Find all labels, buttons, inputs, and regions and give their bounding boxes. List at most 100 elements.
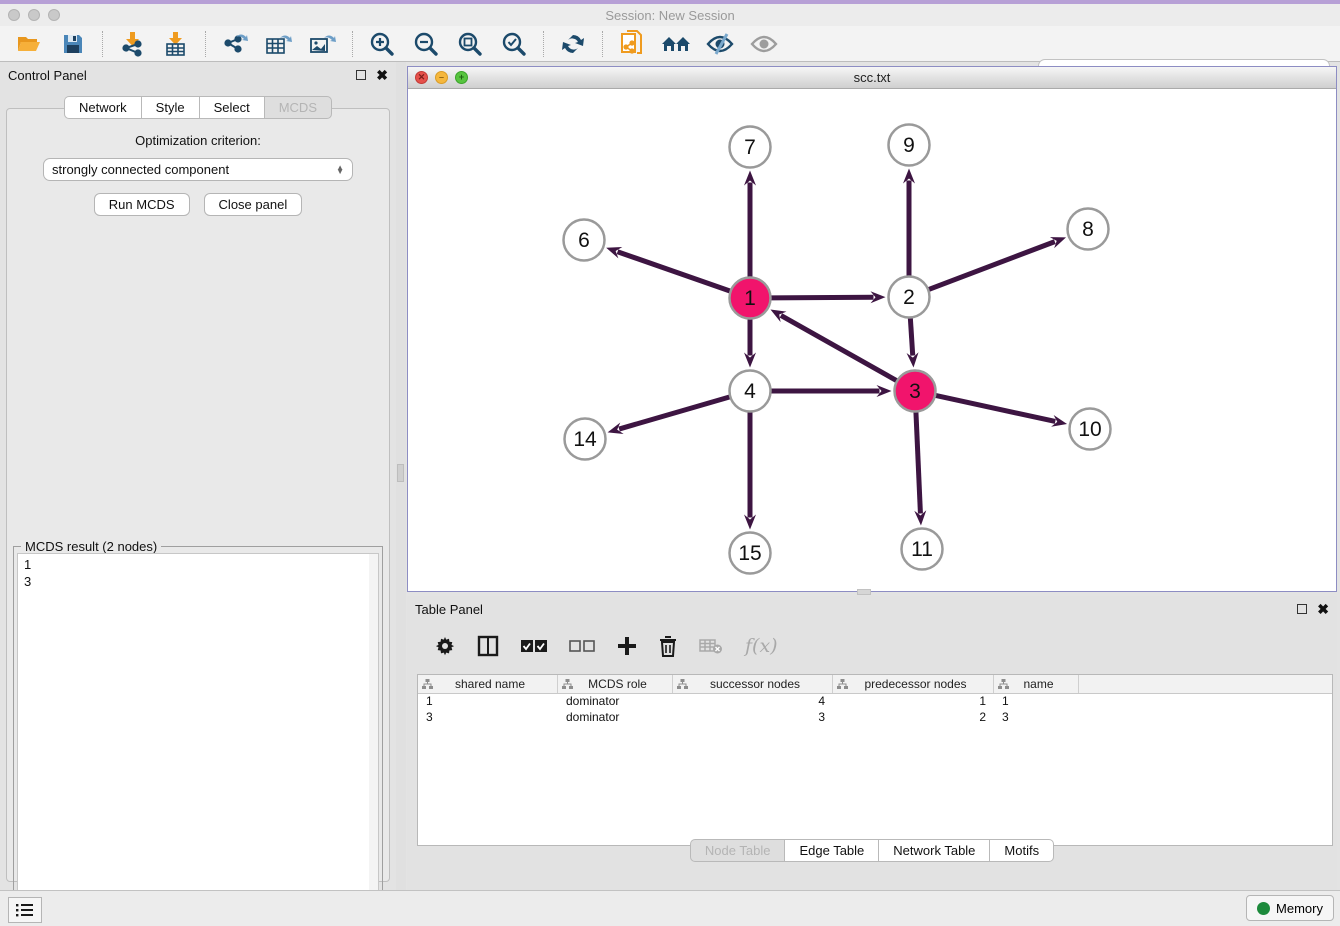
tab-node-table[interactable]: Node Table: [690, 839, 785, 862]
tab-edge-table[interactable]: Edge Table: [784, 839, 878, 862]
import-network-icon[interactable]: [117, 30, 147, 58]
task-history-button[interactable]: [8, 897, 42, 923]
optimization-criterion-label: Optimization criterion:: [7, 133, 389, 148]
float-panel-icon[interactable]: [356, 70, 366, 80]
table-settings-icon[interactable]: [435, 636, 455, 656]
zoom-in-icon[interactable]: [367, 30, 397, 58]
mcds-tab-content: Optimization criterion: strongly connect…: [6, 108, 390, 882]
node-label-3: 3: [909, 380, 921, 403]
table-cell[interactable]: 1: [418, 694, 558, 710]
close-panel-button[interactable]: Close panel: [204, 193, 303, 216]
column-tree-icon: [837, 679, 848, 690]
node-label-7: 7: [744, 136, 756, 159]
zoom-out-icon[interactable]: [411, 30, 441, 58]
control-panel-title: Control Panel: [8, 68, 87, 83]
tab-select[interactable]: Select: [199, 96, 264, 119]
table-cell[interactable]: 1: [994, 694, 1079, 710]
tab-motifs[interactable]: Motifs: [989, 839, 1054, 862]
main-toolbar: ⚲: [0, 26, 1340, 62]
close-panel-icon[interactable]: ✖: [376, 67, 388, 84]
table-cell[interactable]: 3: [673, 710, 833, 726]
table-cell[interactable]: 3: [418, 710, 558, 726]
column-header-shared-name[interactable]: shared name: [418, 675, 558, 693]
column-tree-icon: [998, 679, 1009, 690]
delete-row-icon[interactable]: [659, 636, 677, 657]
graph-edge-4-14[interactable]: [619, 397, 730, 429]
optimization-criterion-select[interactable]: strongly connected component ▲▼: [43, 158, 353, 181]
result-scrollbar[interactable]: [369, 554, 378, 916]
hide-selected-icon[interactable]: [705, 30, 735, 58]
memory-label: Memory: [1276, 901, 1323, 916]
memory-status-icon: [1257, 902, 1270, 915]
splitter-grip[interactable]: [397, 464, 404, 482]
first-neighbors-icon[interactable]: [661, 30, 691, 58]
node-label-6: 6: [578, 229, 590, 252]
node-label-10: 10: [1078, 418, 1101, 441]
zoom-selected-icon[interactable]: [499, 30, 529, 58]
graph-edge-1-2[interactable]: [770, 297, 873, 298]
run-mcds-button[interactable]: Run MCDS: [94, 193, 190, 216]
graph-edge-3-1[interactable]: [781, 315, 897, 381]
tab-mcds[interactable]: MCDS: [264, 96, 332, 119]
export-image-icon[interactable]: [308, 30, 338, 58]
select-all-icon[interactable]: [521, 640, 547, 653]
node-label-8: 8: [1082, 218, 1094, 241]
network-graph-canvas[interactable]: 7968124314101511: [408, 89, 1336, 591]
duplicate-network-icon[interactable]: [617, 30, 647, 58]
export-network-icon[interactable]: [220, 30, 250, 58]
node-label-1: 1: [744, 287, 756, 310]
node-label-4: 4: [744, 380, 756, 403]
add-row-icon[interactable]: [617, 636, 637, 656]
column-header-MCDS-role[interactable]: MCDS role: [558, 675, 673, 693]
refresh-view-icon[interactable]: [558, 30, 588, 58]
network-window-title: scc.txt: [408, 70, 1336, 85]
titlebar: Session: New Session: [0, 4, 1340, 26]
graph-edge-3-11[interactable]: [916, 411, 921, 513]
tab-network-table[interactable]: Network Table: [878, 839, 989, 862]
toggle-columns-icon[interactable]: [477, 635, 499, 657]
table-cell[interactable]: 3: [994, 710, 1079, 726]
tab-style[interactable]: Style: [141, 96, 199, 119]
horizontal-splitter-grip[interactable]: [857, 589, 871, 595]
float-table-panel-icon[interactable]: [1297, 604, 1307, 614]
node-label-11: 11: [911, 538, 933, 561]
table-cell[interactable]: 1: [833, 694, 994, 710]
graph-edge-1-6[interactable]: [618, 252, 731, 292]
close-table-panel-icon[interactable]: ✖: [1317, 601, 1329, 618]
zoom-fit-icon[interactable]: [455, 30, 485, 58]
node-table[interactable]: shared nameMCDS rolesuccessor nodesprede…: [417, 674, 1333, 846]
open-session-icon[interactable]: [14, 30, 44, 58]
column-tree-icon: [562, 679, 573, 690]
mcds-result-group: MCDS result (2 nodes) 1 3: [13, 539, 383, 921]
column-header-successor-nodes[interactable]: successor nodes: [673, 675, 833, 693]
graph-edge-3-10[interactable]: [935, 395, 1055, 421]
vertical-splitter[interactable]: [396, 62, 406, 890]
export-table-icon[interactable]: [264, 30, 294, 58]
column-header-predecessor-nodes[interactable]: predecessor nodes: [833, 675, 994, 693]
function-builder-icon[interactable]: f(x): [745, 635, 778, 657]
network-window-titlebar[interactable]: ✕ – + scc.txt: [408, 67, 1336, 89]
table-cell[interactable]: 4: [673, 694, 833, 710]
import-table-icon[interactable]: [161, 30, 191, 58]
table-cell[interactable]: dominator: [558, 694, 673, 710]
mcds-result-textarea[interactable]: 1 3: [17, 553, 379, 917]
table-row[interactable]: 1dominator411: [418, 694, 1332, 710]
table-toolbar: f(x): [417, 626, 1327, 666]
table-cell[interactable]: 2: [833, 710, 994, 726]
column-header-name[interactable]: name: [994, 675, 1079, 693]
graph-edge-2-3[interactable]: [910, 317, 912, 355]
graph-edge-2-8[interactable]: [928, 242, 1055, 290]
deselect-all-icon[interactable]: [569, 640, 595, 653]
delete-table-icon[interactable]: [699, 637, 723, 655]
table-panel: Table Panel ✖ f(x) shared nameMCDS roles…: [407, 596, 1337, 890]
status-bar: Memory: [0, 890, 1340, 926]
memory-button[interactable]: Memory: [1246, 895, 1334, 921]
node-label-9: 9: [903, 134, 915, 157]
table-cell[interactable]: dominator: [558, 710, 673, 726]
save-session-icon[interactable]: [58, 30, 88, 58]
table-row[interactable]: 3dominator323: [418, 710, 1332, 726]
control-panel: Control Panel ✖ NetworkStyleSelectMCDS O…: [0, 62, 396, 890]
tab-network[interactable]: Network: [64, 96, 141, 119]
control-panel-tabs: NetworkStyleSelectMCDS: [0, 96, 396, 119]
show-hidden-icon[interactable]: [749, 30, 779, 58]
